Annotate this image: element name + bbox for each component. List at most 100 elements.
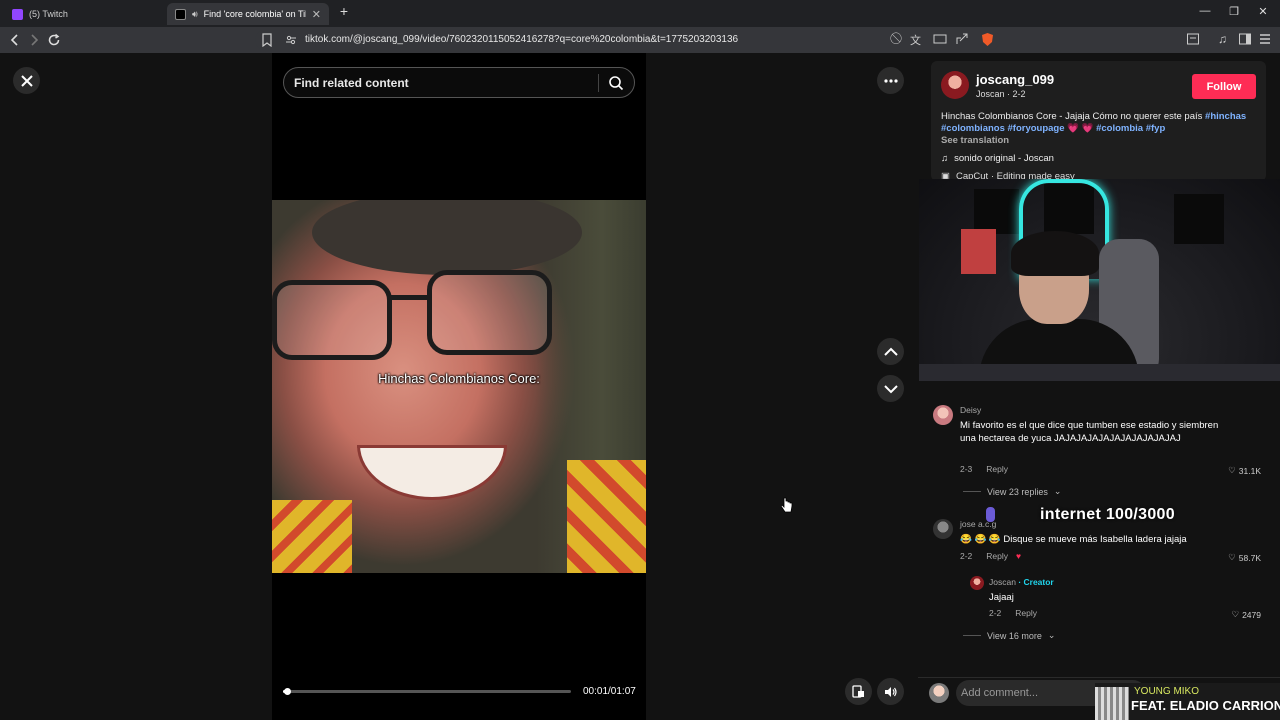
chevron-down-icon: ⌄	[1053, 486, 1062, 496]
reply-button[interactable]: Reply	[986, 464, 1008, 474]
acoustic-panel	[974, 189, 1019, 234]
author-avatar[interactable]	[941, 71, 969, 99]
restore-button[interactable]: ❐	[1224, 5, 1244, 18]
video-progress-handle[interactable]	[284, 688, 292, 695]
hashtag-link[interactable]: #hinchas	[1205, 111, 1246, 122]
video-subject-jersey	[272, 500, 352, 573]
tab-title: (5) Twitch	[29, 9, 68, 19]
heart-icon: ♡	[1228, 465, 1236, 475]
like-count: 31.1K	[1238, 465, 1261, 476]
hashtag-link[interactable]: #colombia #fyp	[1096, 123, 1165, 134]
now-playing-overlay: YOUNG MIKO FEAT. ELADIO CARRION	[1095, 683, 1280, 720]
video-subject-glasses	[272, 280, 392, 360]
reply-button[interactable]: Reply	[1015, 608, 1037, 618]
video-player[interactable]: Find related content Hinchas Colombianos…	[272, 53, 646, 720]
tab-twitch[interactable]: (5) Twitch	[4, 3, 164, 25]
tiktok-favicon-icon	[175, 8, 186, 20]
replier-name-line: Joscan · Creator	[989, 577, 1054, 587]
hashtag-link[interactable]: #colombianos #foryoupage	[941, 123, 1065, 134]
comment-like-button[interactable]: ♡ 31.1K	[1228, 465, 1261, 476]
search-icon[interactable]	[608, 75, 624, 91]
streamer-hair	[1011, 231, 1099, 276]
creator-liked-icon: ♥	[1016, 551, 1022, 561]
related-search-input[interactable]: Find related content	[283, 67, 635, 98]
video-subject-glasses	[427, 270, 552, 355]
video-frame[interactable]: Hinchas Colombianos Core:	[272, 200, 646, 573]
video-viewer: Find related content Hinchas Colombianos…	[0, 53, 918, 720]
tab-title: Find 'core colombia' on TikTo	[203, 9, 306, 19]
close-window-button[interactable]: ✕	[1253, 5, 1273, 18]
comment-like-button[interactable]: ♡ 58.7K	[1228, 552, 1261, 563]
see-translation-link[interactable]: See translation	[941, 135, 1009, 146]
back-button[interactable]	[7, 32, 23, 48]
commenter-avatar[interactable]	[933, 519, 953, 539]
tab-tiktok[interactable]: 🔊︎ Find 'core colombia' on TikTo ✕	[167, 3, 329, 25]
comment-date: 2-3	[960, 464, 973, 474]
search-placeholder: Find related content	[294, 76, 409, 90]
follow-button[interactable]: Follow	[1192, 74, 1256, 99]
view-replies-button[interactable]: View 23 replies ⌄	[963, 486, 1061, 497]
music-link[interactable]: ♫ sonido original - Joscan	[941, 153, 1054, 164]
no-tracking-icon[interactable]: 🚫︎	[889, 32, 905, 48]
desk	[919, 364, 1280, 381]
menu-icon[interactable]	[1258, 32, 1274, 48]
reply-like-button[interactable]: ♡ 2479	[1231, 609, 1261, 620]
song-title: FEAT. ELADIO CARRION	[1131, 698, 1280, 713]
post-description-card: joscang_099 Joscan · 2-2 Follow Hinchas …	[931, 61, 1266, 181]
reply-meta: 2-2 Reply	[989, 608, 1037, 618]
share-icon[interactable]	[955, 32, 971, 48]
close-tab-icon[interactable]: ✕	[312, 8, 321, 21]
reload-button[interactable]	[46, 32, 62, 48]
reply-item: Joscan · Creator Jajaaj 2-2 Reply ♡ 2479…	[963, 576, 1268, 646]
album-art	[1095, 687, 1129, 720]
video-background-jersey	[567, 460, 646, 573]
video-subject-glasses-bridge	[390, 295, 430, 300]
close-viewer-button[interactable]	[13, 67, 40, 94]
video-timecode: 00:01/01:07	[583, 686, 636, 697]
view-replies-label: View 23 replies	[987, 486, 1048, 497]
brave-shield-icon[interactable]	[980, 32, 996, 48]
comment-meta: 2-3 Reply	[960, 464, 1008, 474]
minimize-button[interactable]: —	[1195, 5, 1215, 17]
commenter-name[interactable]: Deisy	[960, 405, 981, 415]
picture-in-picture-button[interactable]	[845, 678, 872, 705]
replier-avatar[interactable]	[970, 576, 984, 590]
music-queue-icon[interactable]: ♫	[1218, 32, 1234, 48]
more-options-button[interactable]	[877, 67, 904, 94]
comments-panel: joscang_099 Joscan · 2-2 Follow Hinchas …	[918, 53, 1280, 720]
browser-tab-bar: (5) Twitch 🔊︎ Find 'core colombia' on Ti…	[0, 0, 1280, 27]
site-info-icon[interactable]	[285, 34, 297, 46]
translate-icon[interactable]: 文	[910, 32, 926, 48]
chevron-down-icon: ⌄	[1047, 630, 1056, 640]
streamer-webcam-overlay	[919, 179, 1280, 381]
comment-meta: 2-2 Reply ♥	[960, 551, 1021, 561]
bookmark-icon[interactable]	[260, 33, 274, 47]
volume-button[interactable]	[877, 678, 904, 705]
like-count: 2479	[1242, 609, 1261, 620]
previous-video-button[interactable]	[877, 338, 904, 365]
forward-button[interactable]	[26, 32, 42, 48]
heart-icon: ♡	[1231, 609, 1240, 619]
comment-item: Deisy Mi favorito es el que dice que tum…	[933, 405, 1268, 497]
audio-playing-icon: 🔊︎	[192, 8, 198, 19]
current-user-avatar	[929, 683, 949, 703]
reader-mode-icon[interactable]	[1186, 32, 1202, 48]
like-count: 58.7K	[1238, 552, 1261, 563]
stream-overlay-pin-icon	[986, 507, 995, 522]
author-username[interactable]: joscang_099	[976, 72, 1054, 87]
new-tab-button[interactable]: +	[334, 3, 354, 19]
replier-name[interactable]: Joscan	[989, 577, 1016, 587]
description-text: Hinchas Colombianos Core - Jajaja Cómo n…	[941, 111, 1206, 122]
commenter-avatar[interactable]	[933, 405, 953, 425]
reply-button[interactable]: Reply	[986, 551, 1008, 561]
music-note-icon: ♫	[941, 153, 949, 164]
view-more-replies-button[interactable]: View 16 more ⌄	[963, 630, 1055, 641]
next-video-button[interactable]	[877, 375, 904, 402]
url-text: tiktok.com/@joscang_099/video/7602320115…	[305, 34, 739, 45]
cast-icon[interactable]	[933, 32, 949, 48]
reply-date: 2-2	[989, 608, 1002, 618]
sidebar-toggle-icon[interactable]	[1238, 32, 1254, 48]
volume-icon	[884, 686, 897, 697]
chevron-down-icon	[883, 384, 898, 393]
video-progress-bar[interactable]	[283, 688, 571, 695]
